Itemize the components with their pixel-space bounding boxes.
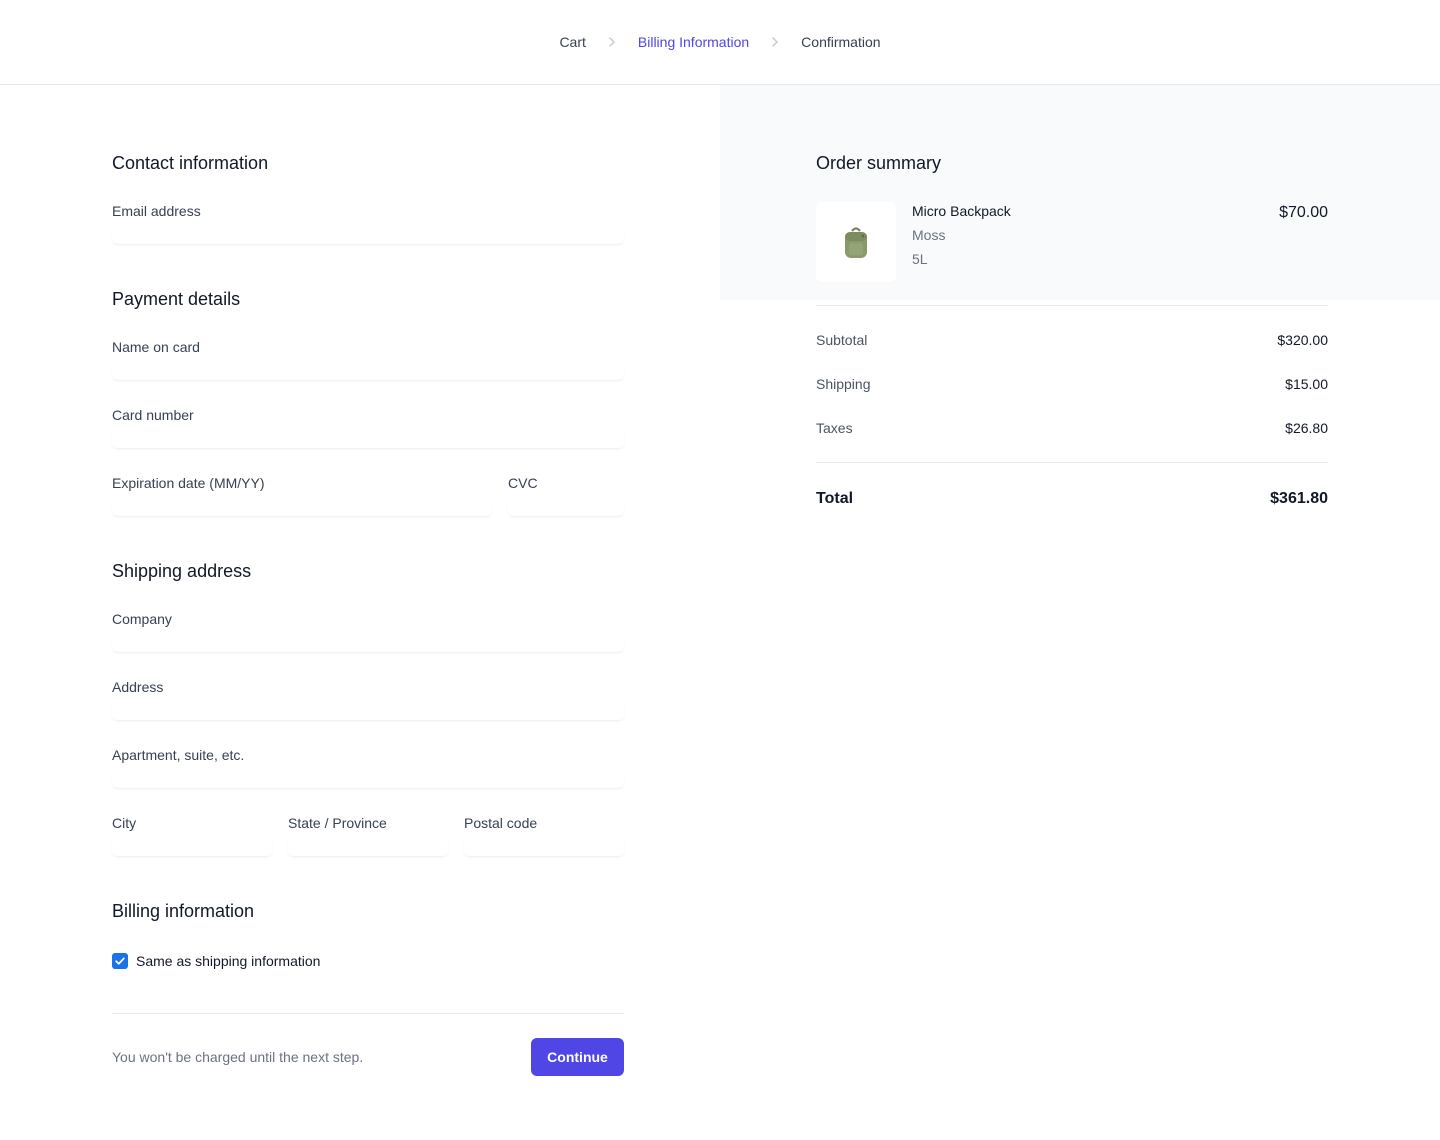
apartment-input[interactable]: [112, 771, 624, 789]
checkmark-icon: [115, 957, 125, 965]
total-label: Total: [816, 490, 854, 507]
checkout-header: Cart Billing Information Confirmation: [0, 0, 1440, 85]
subtotal-label: Subtotal: [816, 332, 868, 348]
expiration-date-label: Expiration date (MM/YY): [112, 475, 265, 491]
total-row: Total $361.80: [816, 487, 1328, 511]
state-province-label: State / Province: [288, 815, 387, 831]
summary-divider-bottom: [816, 462, 1328, 463]
name-on-card-input[interactable]: [112, 363, 624, 381]
breadcrumb-confirmation[interactable]: Confirmation: [801, 31, 880, 53]
card-number-input[interactable]: [112, 431, 624, 449]
charge-note: You won't be charged until the next step…: [112, 1049, 364, 1065]
address-input[interactable]: [112, 703, 624, 721]
order-summary-title: Order summary: [816, 153, 942, 173]
taxes-label: Taxes: [816, 420, 853, 436]
contact-section-title: Contact information: [112, 153, 269, 173]
cvc-input[interactable]: [508, 499, 624, 517]
product-name[interactable]: Micro Backpack: [912, 201, 1011, 221]
payment-section-title: Payment details: [112, 289, 241, 309]
subtotal-row: Subtotal $320.00: [816, 330, 1328, 350]
city-label: City: [112, 815, 137, 831]
breadcrumb-billing-information[interactable]: Billing Information: [638, 31, 749, 53]
shipping-label: Shipping: [816, 376, 871, 392]
breadcrumb: Cart Billing Information Confirmation: [0, 31, 1440, 53]
card-number-label: Card number: [112, 407, 194, 423]
email-label: Email address: [112, 203, 201, 219]
address-label: Address: [112, 679, 164, 695]
chevron-right-icon: [767, 34, 783, 50]
state-province-input[interactable]: [288, 839, 448, 857]
apartment-label: Apartment, suite, etc.: [112, 747, 245, 763]
company-label: Company: [112, 611, 172, 627]
taxes-row: Taxes $26.80: [816, 418, 1328, 438]
subtotal-value: $320.00: [1277, 332, 1328, 348]
same-as-shipping-row[interactable]: Same as shipping information: [112, 953, 320, 969]
same-as-shipping-label[interactable]: Same as shipping information: [136, 953, 320, 969]
product-image: [816, 202, 896, 282]
shipping-section-title: Shipping address: [112, 561, 252, 581]
breadcrumb-cart[interactable]: Cart: [559, 31, 585, 53]
billing-section-title: Billing information: [112, 901, 255, 921]
shipping-value: $15.00: [1285, 376, 1328, 392]
total-value: $361.80: [1270, 490, 1328, 507]
taxes-value: $26.80: [1285, 420, 1328, 436]
name-on-card-label: Name on card: [112, 339, 200, 355]
summary-divider-top: [816, 305, 1328, 306]
postal-code-label: Postal code: [464, 815, 538, 831]
product-price: $70.00: [1279, 204, 1328, 221]
company-input[interactable]: [112, 635, 624, 653]
expiration-date-input[interactable]: [112, 499, 492, 517]
continue-button[interactable]: Continue: [531, 1038, 624, 1076]
same-as-shipping-checkbox[interactable]: [112, 953, 128, 969]
form-footer-divider: [112, 1013, 624, 1014]
email-input[interactable]: [112, 227, 624, 245]
postal-code-input[interactable]: [464, 839, 624, 857]
backpack-icon: [845, 227, 867, 258]
product-size: 5L: [912, 251, 928, 267]
cvc-label: CVC: [508, 475, 538, 491]
shipping-row: Shipping $15.00: [816, 374, 1328, 394]
product-color: Moss: [912, 227, 946, 243]
chevron-right-icon: [604, 34, 620, 50]
city-input[interactable]: [112, 839, 272, 857]
